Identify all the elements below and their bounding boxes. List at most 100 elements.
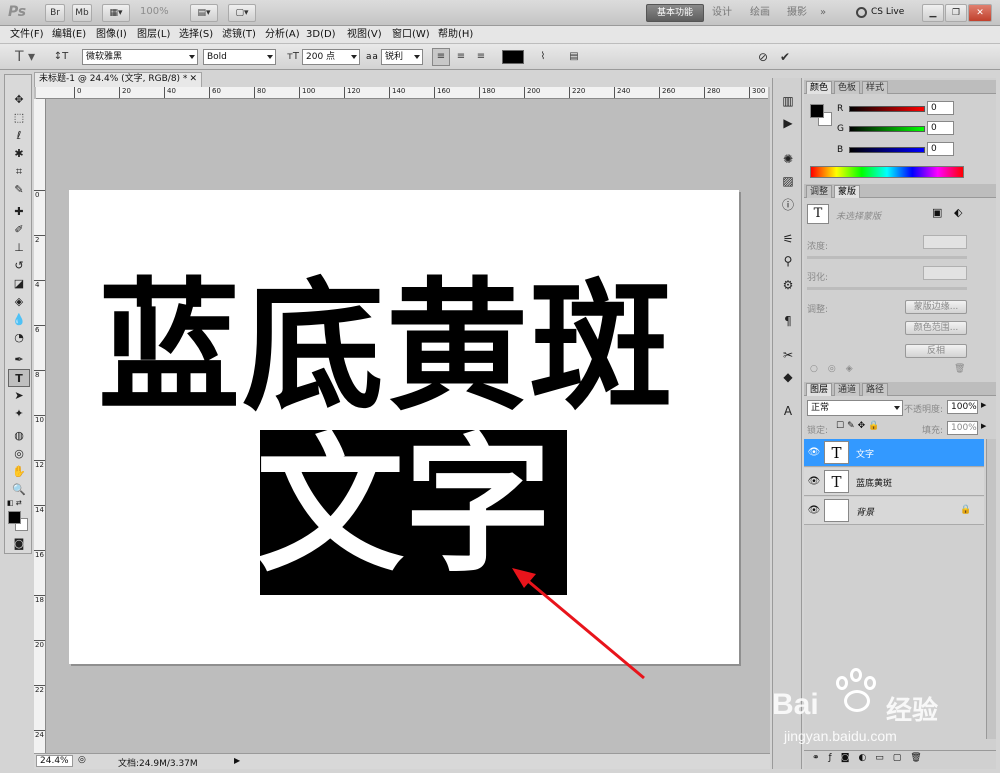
layer-row[interactable]: 👁 背景 🔒	[804, 497, 984, 525]
dodge-tool-icon[interactable]: ◔	[8, 329, 30, 347]
color-foreground-swatch[interactable]	[810, 104, 824, 118]
layers-scrollbar[interactable]	[986, 439, 996, 739]
brush-tool-icon[interactable]: ✐	[8, 221, 30, 239]
antialias-select[interactable]: 锐利	[381, 49, 423, 65]
menu-3d[interactable]: 3D(D)	[306, 28, 336, 42]
move-tool-icon[interactable]: ✥	[8, 91, 30, 109]
tab-channels[interactable]: 通道	[834, 383, 861, 396]
invert-button[interactable]: 反相	[905, 344, 967, 358]
fill-arrow-icon[interactable]: ▶	[981, 422, 986, 430]
opacity-value[interactable]: 100%	[947, 400, 978, 414]
view-extras-button[interactable]: ▦▾	[102, 4, 130, 22]
restore-button[interactable]: ❐	[945, 4, 967, 22]
workspace-painting[interactable]: 绘画	[750, 5, 770, 21]
navigator-icon[interactable]: ✺	[778, 150, 798, 168]
close-button[interactable]: ✕	[968, 4, 992, 22]
channel-r-slider[interactable]	[849, 106, 925, 112]
mini-bridge-button[interactable]: Mb	[72, 4, 92, 22]
channel-b-value[interactable]: 0	[927, 142, 954, 156]
zoom-tool-icon[interactable]: 🔍	[8, 481, 30, 499]
spot-healing-tool-icon[interactable]: ✚	[8, 203, 30, 221]
feather-slider[interactable]	[807, 287, 967, 290]
layer-row[interactable]: 👁 T 蓝底黄斑	[804, 468, 984, 496]
quick-mask-icon[interactable]: ◙	[8, 535, 30, 553]
pixel-mask-icon[interactable]: ▣	[932, 206, 942, 219]
text-color-swatch[interactable]	[502, 50, 524, 64]
character-panel-icon[interactable]: ▤	[565, 48, 583, 66]
tab-swatches[interactable]: 色板	[834, 81, 861, 94]
menu-analysis[interactable]: 分析(A)	[265, 28, 300, 42]
channel-g-slider[interactable]	[849, 126, 925, 132]
align-left-icon[interactable]: ≡	[432, 48, 450, 66]
layer-row[interactable]: 👁 T 文字	[804, 439, 984, 467]
tab-color[interactable]: 颜色	[806, 81, 833, 94]
minimize-button[interactable]: ▁	[922, 4, 944, 22]
tool-presets-icon[interactable]: ⚙	[778, 276, 798, 294]
marquee-tool-icon[interactable]: ⬚	[8, 109, 30, 127]
blend-mode-select[interactable]: 正常	[807, 400, 903, 416]
mask-delete-icon[interactable]: 🗑	[954, 364, 965, 374]
hand-tool-icon[interactable]: ✋	[8, 463, 30, 481]
close-document-icon[interactable]: ✕	[189, 73, 197, 86]
styles-icon[interactable]: ✂	[778, 346, 798, 364]
pen-tool-icon[interactable]: ✒	[8, 351, 30, 369]
type-tool-icon[interactable]: T	[8, 369, 30, 387]
menu-select[interactable]: 选择(S)	[179, 28, 213, 42]
paragraph-icon[interactable]: ¶	[778, 312, 798, 330]
eyedropper-tool-icon[interactable]: ✎	[8, 181, 30, 199]
status-menu-icon[interactable]: ▶	[234, 756, 240, 765]
channel-g-value[interactable]: 0	[927, 121, 954, 135]
visibility-eye-icon[interactable]: 👁	[806, 445, 822, 461]
density-slider[interactable]	[807, 256, 967, 259]
3d-rotate-tool-icon[interactable]: ◍	[8, 427, 30, 445]
text-tool-preset-icon[interactable]: T ▾	[8, 48, 42, 66]
warp-text-icon[interactable]: ⌇	[534, 48, 552, 66]
workspace-design[interactable]: 设计	[712, 5, 732, 21]
tab-paths[interactable]: 路径	[862, 383, 889, 396]
actions-icon[interactable]: ▶	[778, 114, 798, 132]
status-info-icon[interactable]: ◎	[78, 755, 86, 765]
menu-edit[interactable]: 编辑(E)	[52, 28, 86, 42]
vector-mask-icon[interactable]: ⬖	[954, 206, 962, 219]
workspace-essentials[interactable]: 基本功能	[646, 4, 704, 22]
visibility-eye-icon[interactable]: 👁	[806, 503, 822, 519]
feather-field[interactable]	[923, 266, 967, 280]
menu-image[interactable]: 图像(I)	[96, 28, 127, 42]
screen-mode-button[interactable]: ▢▾	[228, 4, 256, 22]
opacity-arrow-icon[interactable]: ▶	[981, 401, 986, 409]
font-size-select[interactable]: 200 点	[302, 49, 360, 65]
menu-view[interactable]: 视图(V)	[347, 28, 382, 42]
path-selection-tool-icon[interactable]: ➤	[8, 387, 30, 405]
swatches-dock-icon[interactable]: ◆	[778, 368, 798, 386]
clone-stamp-tool-icon[interactable]: ⊥	[8, 239, 30, 257]
histogram-icon[interactable]: ▨	[778, 172, 798, 190]
menu-layer[interactable]: 图层(L)	[137, 28, 170, 42]
tab-layers[interactable]: 图层	[806, 383, 833, 396]
3d-orbit-tool-icon[interactable]: ◎	[8, 445, 30, 463]
document-tab[interactable]: 未标题-1 @ 24.4% (文字, RGB/8) * ✕	[34, 72, 202, 87]
cancel-edit-icon[interactable]: ⊘	[754, 48, 772, 66]
align-center-icon[interactable]: ≡	[452, 48, 470, 66]
status-zoom[interactable]: 24.4%	[36, 755, 73, 767]
font-style-select[interactable]: Bold	[203, 49, 276, 65]
channel-b-slider[interactable]	[849, 147, 925, 153]
history-brush-tool-icon[interactable]: ↺	[8, 257, 30, 275]
color-spectrum-ramp[interactable]	[810, 166, 964, 178]
quick-select-tool-icon[interactable]: ✱	[8, 145, 30, 163]
menu-help[interactable]: 帮助(H)	[438, 28, 473, 42]
more-workspaces-icon[interactable]: »	[820, 5, 826, 21]
lock-icons[interactable]: ☐✎✥🔒	[836, 421, 882, 431]
tab-adjustments[interactable]: 调整	[806, 185, 833, 198]
arrange-documents-button[interactable]: ▤▾	[190, 4, 218, 22]
channel-r-value[interactable]: 0	[927, 101, 954, 115]
workspace-photography[interactable]: 摄影	[787, 5, 807, 21]
cs-live-label[interactable]: CS Live	[871, 7, 904, 17]
text-orientation-icon[interactable]: ↕T	[52, 48, 70, 66]
visibility-eye-icon[interactable]: 👁	[806, 474, 822, 490]
menu-file[interactable]: 文件(F)	[10, 28, 44, 42]
canvas-text-line1[interactable]: 蓝底黄斑	[98, 268, 674, 428]
info-icon[interactable]: ⓘ	[778, 196, 798, 214]
crop-tool-icon[interactable]: ⌗	[8, 163, 30, 181]
blur-tool-icon[interactable]: 💧	[8, 311, 30, 329]
clone-source-icon[interactable]: ⚲	[778, 252, 798, 270]
